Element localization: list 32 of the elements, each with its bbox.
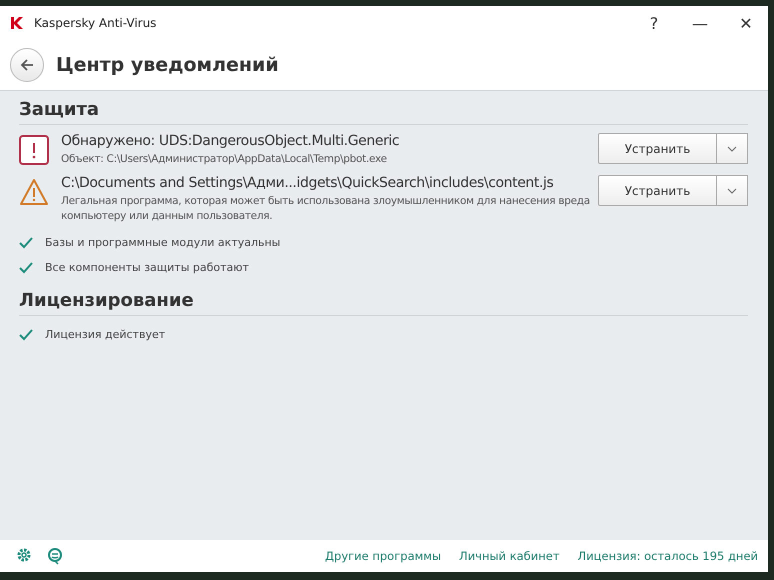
threat-detail: Объект: C:\Users\Администратор\AppData\Local\Temp\pbot.exe xyxy=(61,152,388,167)
status-text: Лицензия действует xyxy=(45,328,166,341)
check-icon xyxy=(19,236,33,248)
fix-button[interactable]: Устранить xyxy=(598,133,717,164)
status-text: Все компоненты защиты работают xyxy=(45,261,249,274)
dropdown-button[interactable] xyxy=(717,175,748,206)
footer-link[interactable]: Другие программы xyxy=(325,549,442,563)
window-title: Kaspersky Anti-Virus xyxy=(34,16,158,30)
threat-title: Обнаружено: UDS:DangerousObject.Multi.Generic xyxy=(61,133,400,149)
warning-icon xyxy=(19,177,49,207)
threat-detail: Легальная программа, которая может быть использована злоумышленником для нанесения вреда компьютеру или данным пользователя. xyxy=(61,194,591,224)
back-button[interactable] xyxy=(10,48,44,82)
page-title: Центр уведомлений xyxy=(56,54,279,76)
dropdown-button[interactable] xyxy=(717,133,748,164)
check-icon xyxy=(19,328,33,340)
footer-link[interactable]: Личный кабинет xyxy=(459,549,560,563)
close-button[interactable]: ✕ xyxy=(724,6,768,40)
app-logo-icon xyxy=(10,16,24,30)
check-icon xyxy=(19,262,33,274)
section-title: Защита xyxy=(19,99,748,125)
minimize-button[interactable]: — xyxy=(678,6,722,40)
chevron-down-icon xyxy=(727,188,737,194)
section-title: Лицензирование xyxy=(19,290,748,316)
chevron-down-icon xyxy=(727,146,737,152)
fix-button[interactable]: Устранить xyxy=(598,175,717,206)
threat-title: C:\Documents and Settings\Адми...idgets\QuickSearch\includes\content.js xyxy=(61,175,554,191)
help-button[interactable]: ? xyxy=(632,6,676,40)
settings-icon xyxy=(16,547,32,563)
footer-link[interactable]: Лицензия: осталось 195 дней xyxy=(578,549,758,563)
exclamation-icon xyxy=(19,135,49,165)
status-text: Базы и программные модули актуальны xyxy=(45,236,280,249)
back-arrow-icon xyxy=(19,57,35,73)
